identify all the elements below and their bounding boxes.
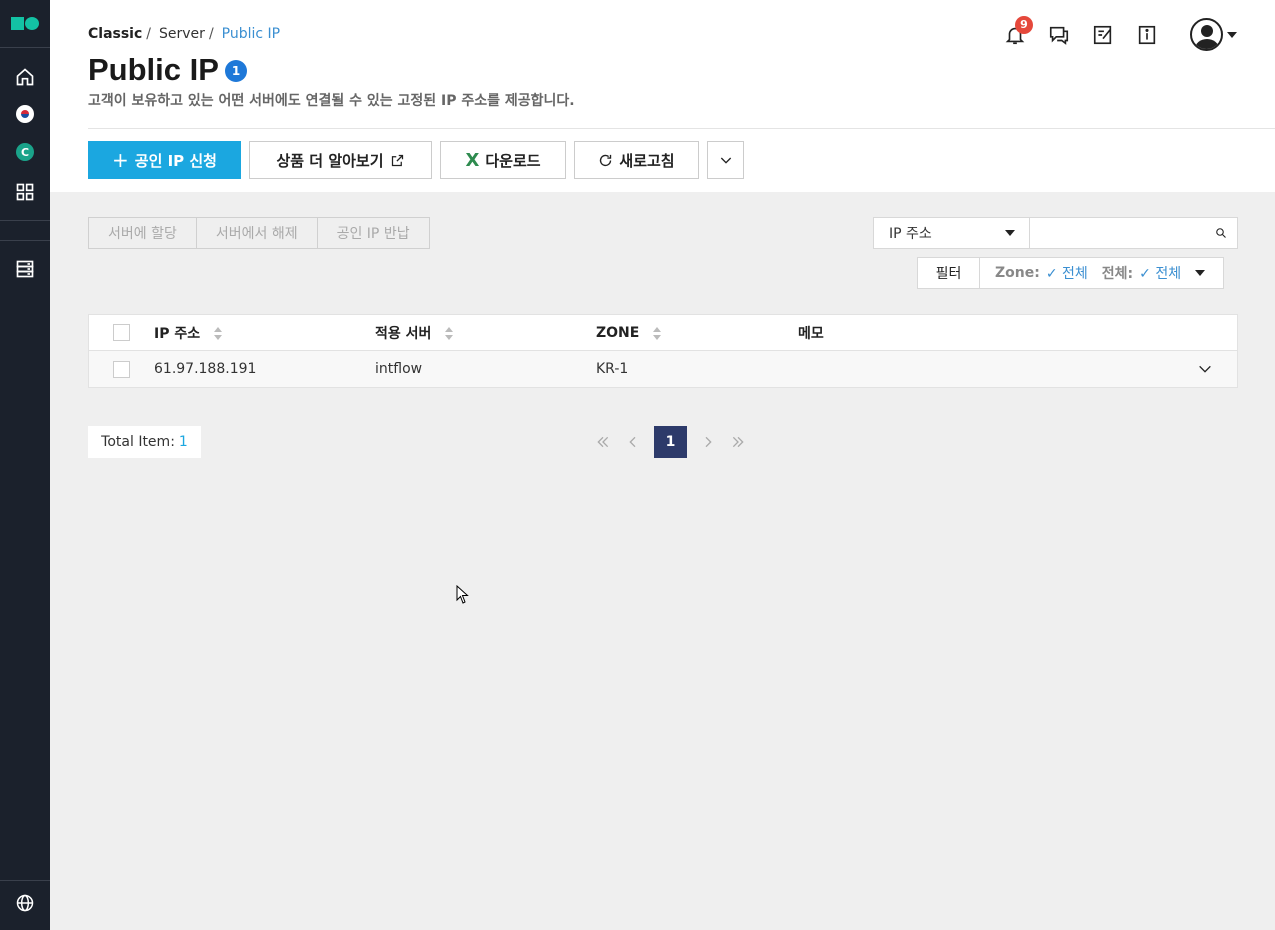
bell-icon[interactable]: 9: [1004, 15, 1033, 46]
breadcrumb-server[interactable]: Server: [159, 26, 205, 42]
refresh-label: 새로고침: [619, 151, 675, 170]
notification-badge: 9: [1015, 15, 1033, 34]
column-zone-label: ZONE: [596, 324, 640, 341]
selection-actions: 서버에 할당 서버에서 해제 공인 IP 반납: [88, 217, 430, 249]
cell-ip: 61.97.188.191: [154, 361, 257, 377]
divider: [0, 240, 50, 241]
mouse-cursor-icon: [456, 585, 469, 604]
user-menu[interactable]: [1190, 18, 1237, 51]
action-toolbar: + 공인 IP 신청 상품 더 알아보기 X 다운로드 새로고침: [88, 141, 744, 179]
more-button[interactable]: [707, 141, 744, 179]
search-field-value: IP 주소: [889, 226, 932, 242]
classic-label: C: [16, 143, 34, 161]
sidebar: C: [0, 0, 50, 930]
filter-button[interactable]: 필터: [918, 258, 980, 288]
page-title: Public IP: [88, 52, 219, 87]
table-header: IP 주소 적용 서버 ZONE 메모: [89, 315, 1237, 351]
download-label: 다운로드: [485, 151, 541, 170]
learn-more-label: 상품 더 알아보기: [276, 151, 384, 170]
column-server-label: 적용 서버: [375, 325, 432, 342]
refresh-button[interactable]: 새로고침: [574, 141, 699, 179]
prev-page-icon[interactable]: [618, 426, 648, 458]
info-icon[interactable]: [1136, 24, 1158, 46]
all-filter-value: 전체: [1139, 263, 1181, 283]
breadcrumb-separator: /: [146, 26, 152, 42]
chevron-down-icon: [1227, 31, 1237, 38]
download-button[interactable]: X 다운로드: [440, 141, 566, 179]
row-checkbox[interactable]: [113, 360, 130, 378]
total-label: Total Item:: [101, 434, 175, 450]
chat-icon[interactable]: [1048, 24, 1070, 46]
current-page[interactable]: 1: [654, 426, 687, 458]
search-box: [1030, 217, 1238, 249]
select-all-checkbox[interactable]: [113, 324, 130, 341]
header-divider: [88, 128, 1275, 129]
breadcrumb-separator: /: [208, 26, 214, 42]
server-icon[interactable]: [14, 258, 36, 280]
column-ip[interactable]: IP 주소: [154, 323, 375, 343]
sort-icon[interactable]: [214, 326, 223, 340]
filter-bar: 필터 Zone: 전체 전체: 전체: [917, 257, 1225, 289]
divider: [0, 880, 50, 881]
breadcrumb-classic[interactable]: Classic: [88, 26, 142, 42]
column-memo: 메모: [798, 325, 824, 342]
korea-flag-icon[interactable]: [14, 103, 36, 125]
first-page-icon[interactable]: [588, 426, 618, 458]
globe-icon[interactable]: [14, 892, 36, 914]
top-icons: 9: [1004, 15, 1237, 51]
home-icon[interactable]: [14, 66, 36, 88]
pagination: 1: [588, 426, 753, 458]
assign-to-server-button[interactable]: 서버에 할당: [88, 217, 197, 249]
plus-icon: +: [112, 148, 129, 172]
avatar: [1190, 18, 1223, 51]
total-items: Total Item: 1: [88, 426, 201, 458]
zone-filter-value: 전체: [1046, 263, 1088, 283]
all-filter-key: 전체:: [1101, 266, 1134, 282]
refresh-icon: [600, 154, 612, 166]
release-from-server-button[interactable]: 서버에서 해제: [195, 217, 318, 249]
sort-icon[interactable]: [653, 326, 662, 340]
caret-down-icon: [1195, 270, 1206, 276]
learn-more-button[interactable]: 상품 더 알아보기: [249, 141, 432, 179]
classic-icon[interactable]: C: [14, 141, 36, 163]
filter-values[interactable]: Zone: 전체 전체: 전체: [980, 258, 1223, 288]
table-row[interactable]: 61.97.188.191 intflow KR-1: [89, 351, 1237, 387]
column-zone[interactable]: ZONE: [596, 325, 798, 341]
total-value: 1: [178, 434, 188, 450]
cell-server: intflow: [375, 361, 423, 377]
column-server[interactable]: 적용 서버: [375, 323, 596, 343]
divider: [0, 47, 50, 48]
note-icon[interactable]: [1092, 24, 1114, 46]
search-bar: IP 주소: [873, 217, 1238, 249]
last-page-icon[interactable]: [723, 426, 753, 458]
breadcrumb: Classic / Server / Public IP: [88, 26, 280, 42]
grid-icon[interactable]: [14, 181, 36, 203]
column-ip-label: IP 주소: [154, 325, 201, 342]
return-public-ip-button[interactable]: 공인 IP 반납: [316, 217, 430, 249]
breadcrumb-public-ip: Public IP: [221, 26, 281, 42]
caret-down-icon: [1005, 230, 1015, 236]
chevron-down-icon[interactable]: [1197, 361, 1213, 377]
next-page-icon[interactable]: [693, 426, 723, 458]
search-icon[interactable]: [1215, 225, 1227, 241]
excel-icon: X: [465, 149, 480, 171]
zone-filter-key: Zone:: [995, 265, 1040, 281]
search-field-select[interactable]: IP 주소: [873, 217, 1030, 249]
apply-public-ip-button[interactable]: + 공인 IP 신청: [88, 141, 241, 179]
sort-icon[interactable]: [445, 326, 454, 340]
chevron-down-icon: [720, 157, 731, 164]
search-input[interactable]: [1030, 218, 1215, 248]
cell-zone: KR-1: [596, 361, 629, 377]
count-badge: 1: [225, 60, 247, 82]
apply-label: 공인 IP 신청: [134, 151, 217, 170]
public-ip-table: IP 주소 적용 서버 ZONE 메모 61.97.188.191 intflo…: [88, 314, 1238, 388]
page-description: 고객이 보유하고 있는 어떤 서버에도 연결될 수 있는 고정된 IP 주소를 …: [88, 93, 575, 109]
external-link-icon: [391, 154, 403, 166]
divider: [0, 220, 50, 221]
logo[interactable]: [11, 17, 39, 31]
